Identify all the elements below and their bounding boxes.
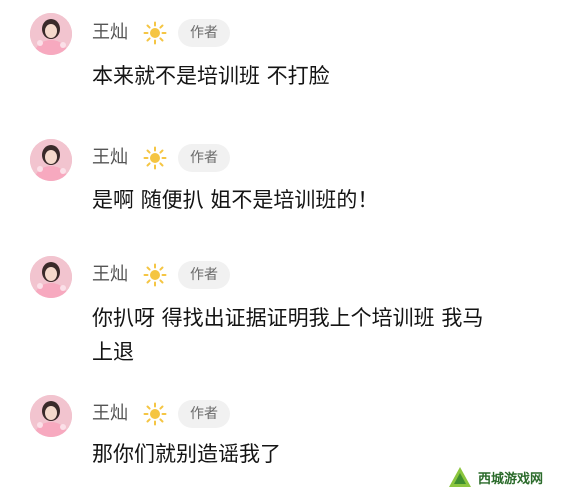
avatar-image xyxy=(30,256,72,298)
comment-text: 本来就不是培训班 不打脸 xyxy=(92,64,330,88)
username[interactable]: 王灿 xyxy=(92,147,128,169)
avatar[interactable] xyxy=(30,13,72,55)
sun-icon xyxy=(143,146,167,170)
sun-icon xyxy=(143,263,167,287)
author-badge: 作者 xyxy=(178,261,230,289)
sun-icon xyxy=(143,402,167,426)
author-badge: 作者 xyxy=(178,400,230,428)
sun-icon xyxy=(143,21,167,45)
avatar-image xyxy=(30,13,72,55)
username[interactable]: 王灿 xyxy=(92,403,128,425)
author-badge: 作者 xyxy=(178,19,230,47)
comment-text: 是啊 随便扒 姐不是培训班的！ xyxy=(92,188,379,212)
comment-text-line-2: 上退 xyxy=(92,340,134,364)
avatar-image xyxy=(30,395,72,437)
avatar-image xyxy=(30,139,72,181)
username[interactable]: 王灿 xyxy=(92,22,128,44)
watermark-text: 西城游戏网 xyxy=(477,471,543,487)
avatar[interactable] xyxy=(30,139,72,181)
avatar[interactable] xyxy=(30,256,72,298)
watermark: 西城游戏网 xyxy=(441,462,549,492)
comment-text-line-1: 你扒呀 得找出证据证明我上个培训班 我马 xyxy=(92,306,484,330)
username[interactable]: 王灿 xyxy=(92,264,128,286)
author-badge: 作者 xyxy=(178,144,230,172)
site-logo-icon xyxy=(448,467,471,487)
avatar[interactable] xyxy=(30,395,72,437)
